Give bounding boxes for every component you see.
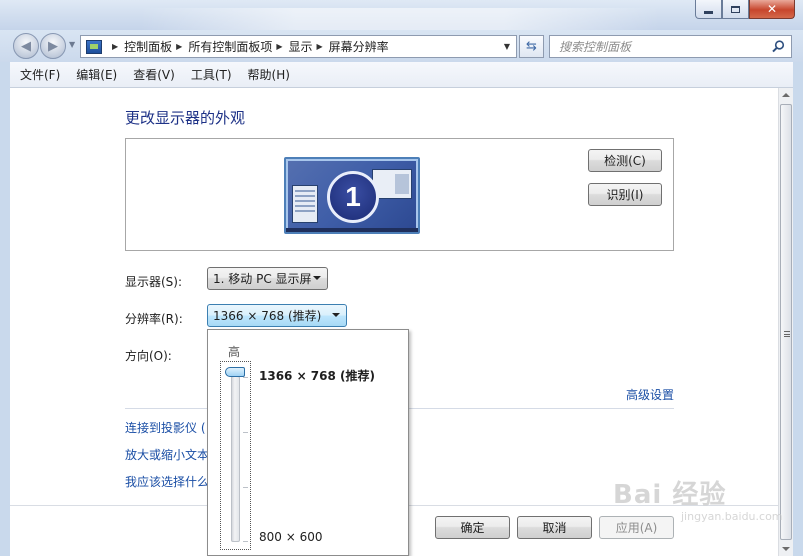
monitor-number-badge: 1 [327, 171, 379, 223]
forward-arrow-icon: ▶ [48, 38, 58, 54]
title-bar: ✕ [0, 0, 803, 30]
ok-button[interactable]: 确定 [435, 516, 510, 539]
breadcrumb-screen-resolution[interactable]: 屏幕分辨率 [329, 38, 389, 55]
slider-thumb[interactable] [225, 367, 245, 377]
window-border-right [793, 62, 803, 556]
cancel-button[interactable]: 取消 [517, 516, 592, 539]
close-button[interactable]: ✕ [749, 0, 795, 19]
menu-view[interactable]: 查看(V) [125, 66, 183, 83]
resolution-option-bottom[interactable]: 800 × 600 [259, 530, 323, 544]
resolution-option-top[interactable]: 1366 × 768 (推荐) [259, 367, 375, 384]
menu-tools[interactable]: 工具(T) [183, 66, 240, 83]
monitor-1[interactable]: 1 [284, 157, 420, 234]
menu-bar: 文件(F) 编辑(E) 查看(V) 工具(T) 帮助(H) [10, 62, 793, 88]
close-icon: ✕ [766, 2, 778, 16]
scroll-up-icon[interactable] [782, 93, 790, 97]
menu-edit[interactable]: 编辑(E) [68, 66, 125, 83]
back-arrow-icon: ◀ [21, 38, 31, 54]
breadcrumb-display[interactable]: 显示 [289, 38, 313, 55]
chevron-down-icon [313, 276, 321, 280]
monitor-taskbar [286, 228, 418, 232]
address-dropdown-icon[interactable]: ▼ [498, 36, 516, 57]
scroll-down-icon[interactable] [782, 547, 790, 551]
breadcrumb-arrow-icon[interactable]: ▶ [176, 42, 182, 51]
search-icon[interactable] [772, 40, 785, 53]
resolution-popup: 高 1366 × 768 (推荐) 800 × 600 [207, 329, 409, 556]
back-button[interactable]: ◀ [13, 33, 39, 59]
caption-buttons: ✕ [695, 0, 795, 19]
monitor-window-icon [292, 185, 318, 223]
chevron-down-icon [332, 313, 340, 317]
identify-button[interactable]: 识别(I) [588, 183, 662, 206]
text-size-link[interactable]: 放大或缩小文本 [125, 446, 209, 463]
search-placeholder: 搜索控制面板 [559, 40, 632, 54]
display-label: 显示器(S): [125, 275, 183, 289]
breadcrumb-all-items[interactable]: 所有控制面板项 [188, 38, 272, 55]
resolution-slider[interactable] [220, 361, 251, 550]
control-panel-icon [86, 39, 102, 54]
refresh-button[interactable]: ⇆ [519, 35, 544, 58]
grip-icon [784, 331, 790, 337]
search-input[interactable]: 搜索控制面板 [549, 35, 792, 58]
maximize-button[interactable] [722, 0, 749, 19]
navigation-bar: ◀ ▶ ▼ ▶ 控制面板 ▶ 所有控制面板项 ▶ 显示 ▶ 屏幕分辨率 ▼ ⇆ … [0, 30, 803, 62]
forward-button[interactable]: ▶ [40, 33, 66, 59]
breadcrumb-arrow-icon[interactable]: ▶ [112, 42, 118, 51]
help-choose-link[interactable]: 我应该选择什么 [125, 473, 209, 490]
breadcrumb-control-panel[interactable]: 控制面板 [124, 38, 172, 55]
refresh-icon: ⇆ [526, 39, 537, 54]
resolution-label: 分辨率(R): [125, 312, 183, 326]
title-glass [140, 8, 660, 30]
slider-tick [243, 487, 248, 488]
address-bar[interactable]: ▶ 控制面板 ▶ 所有控制面板项 ▶ 显示 ▶ 屏幕分辨率 ▼ [80, 35, 517, 58]
slider-tick [243, 541, 248, 542]
resolution-select-value: 1366 × 768 (推荐) [213, 309, 322, 323]
connect-projector-link[interactable]: 连接到投影仪 ( [125, 419, 206, 436]
breadcrumb-arrow-icon[interactable]: ▶ [317, 42, 323, 51]
minimize-icon [704, 10, 713, 14]
slider-tick [243, 377, 248, 378]
slider-tick [243, 432, 248, 433]
display-select[interactable]: 1. 移动 PC 显示屏 [207, 267, 328, 290]
display-select-value: 1. 移动 PC 显示屏 [213, 272, 312, 286]
maximize-icon [731, 5, 740, 13]
orientation-label: 方向(O): [125, 349, 172, 363]
high-label: 高 [228, 345, 241, 359]
menu-help[interactable]: 帮助(H) [240, 66, 298, 83]
detect-button[interactable]: 检测(C) [588, 149, 662, 172]
apply-button[interactable]: 应用(A) [599, 516, 674, 539]
scrollbar-thumb[interactable] [780, 104, 792, 540]
page-title: 更改显示器的外观 [125, 109, 246, 127]
recent-pages-dropdown-icon[interactable]: ▼ [69, 40, 75, 49]
breadcrumb-arrow-icon[interactable]: ▶ [276, 42, 282, 51]
advanced-settings-link[interactable]: 高级设置 [626, 386, 674, 403]
menu-file[interactable]: 文件(F) [12, 66, 68, 83]
minimize-button[interactable] [695, 0, 722, 19]
resolution-select[interactable]: 1366 × 768 (推荐) [207, 304, 347, 327]
window-border-left [0, 62, 10, 556]
slider-rail[interactable] [231, 376, 240, 542]
vertical-scrollbar[interactable] [778, 88, 793, 556]
